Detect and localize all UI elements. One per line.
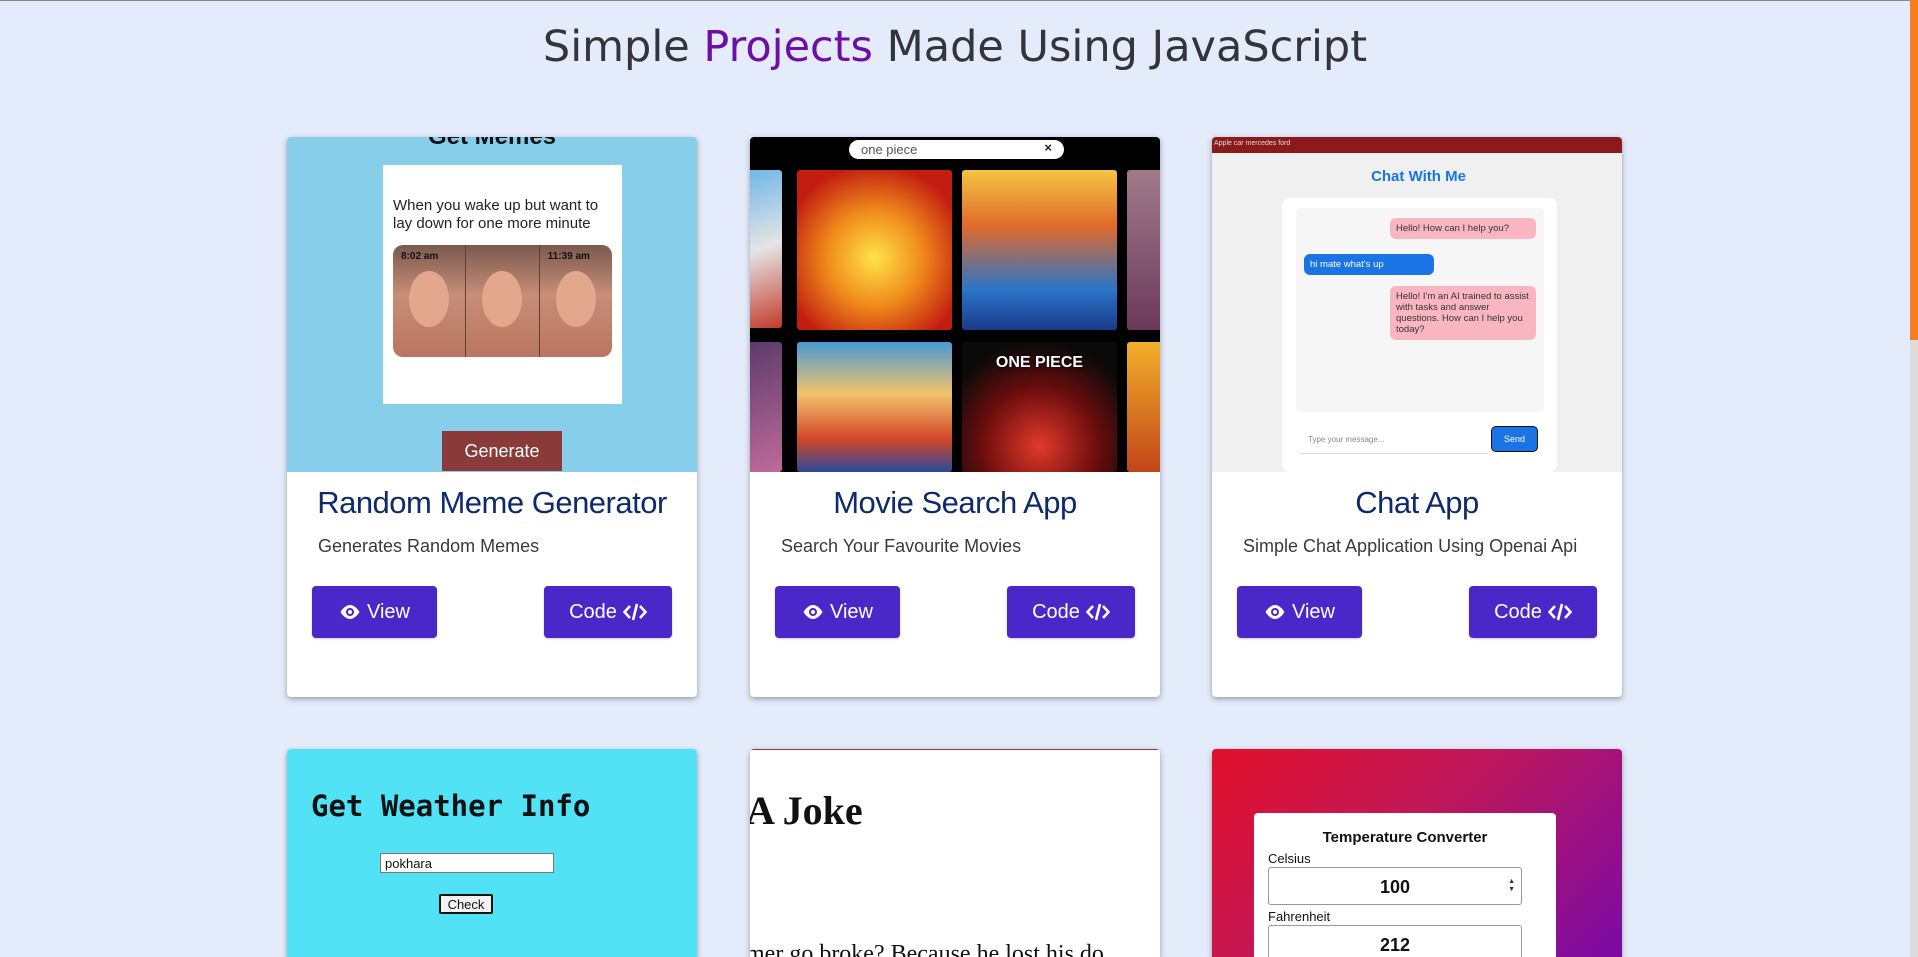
code-button[interactable]: Code xyxy=(1007,586,1135,638)
converter-card: Temperature Converter Celsius 100 ▲ ▼ Fah… xyxy=(1254,813,1556,957)
code-label: Code xyxy=(1494,600,1542,623)
poster-title: ONE PIECE xyxy=(995,354,1084,371)
page-title-pre: Simple xyxy=(542,22,704,72)
project-preview[interactable]: Temperature Converter Celsius 100 ▲ ▼ Fah… xyxy=(1212,749,1622,957)
chat-messages: Hello! How can I help you? hi mate what'… xyxy=(1296,208,1544,412)
project-card-meme: Get Memes When you wake up but want to l… xyxy=(287,137,697,697)
meme-face xyxy=(482,271,523,327)
meme-panel: 11:39 am xyxy=(539,245,612,357)
project-card-chat: Apple car mercedes ford Chat With Me Hel… xyxy=(1212,137,1622,697)
preview-generate-button: Generate xyxy=(442,431,562,471)
celsius-input: 100 ▲ ▼ xyxy=(1268,867,1522,905)
code-label: Code xyxy=(1032,600,1080,623)
converter-heading: Temperature Converter xyxy=(1322,829,1488,846)
project-preview[interactable]: Apple car mercedes ford Chat With Me Hel… xyxy=(1212,137,1622,472)
bot-message: Hello! How can I help you? xyxy=(1390,218,1536,239)
city-input: pokhara xyxy=(380,853,554,873)
joke-heading: A Joke xyxy=(750,788,863,833)
project-card-joke: A Joke mer go broke? Because he lost his… xyxy=(750,749,1160,957)
page-title: Simple Projects Made Using JavaScript xyxy=(0,22,1910,72)
close-icon: × xyxy=(1044,140,1052,155)
chat-heading: Chat With Me xyxy=(1371,168,1466,185)
search-value: one piece xyxy=(861,142,918,157)
meme-caption: When you wake up but want to lay down fo… xyxy=(393,197,599,232)
movie-poster: ONE PIECE xyxy=(962,342,1117,472)
movie-poster xyxy=(1127,342,1160,472)
meme-time: 11:39 am xyxy=(547,251,590,262)
bot-message: Hello! I'm an AI trained to assist with … xyxy=(1390,286,1536,340)
code-button[interactable]: Code xyxy=(1469,586,1597,638)
eye-icon xyxy=(1265,605,1285,619)
eye-icon xyxy=(340,605,360,619)
meme-box: When you wake up but want to lay down fo… xyxy=(383,165,622,404)
celsius-value: 100 xyxy=(1379,877,1411,897)
project-title: Movie Search App xyxy=(833,485,1077,520)
chat-send-button: Send xyxy=(1491,426,1538,452)
browser-bar-text: Apple car mercedes ford xyxy=(1214,140,1291,147)
movie-poster xyxy=(797,342,952,472)
project-preview[interactable]: Get Weather Info pokhara Check xyxy=(287,749,697,957)
top-border xyxy=(0,0,1918,1)
check-button: Check xyxy=(439,894,493,914)
fahrenheit-input: 212 xyxy=(1268,925,1522,957)
eye-icon xyxy=(803,605,823,619)
meme-panel xyxy=(466,245,540,357)
movie-poster xyxy=(1127,170,1160,330)
movie-poster xyxy=(750,342,782,472)
view-label: View xyxy=(367,600,410,623)
code-icon xyxy=(622,603,647,621)
project-preview[interactable]: Get Memes When you wake up but want to l… xyxy=(287,137,697,472)
project-card-movie: ONE PIECE one piece × Movie Search App S… xyxy=(750,137,1160,697)
weather-heading: Get Weather Info xyxy=(311,789,591,823)
project-card-weather: Get Weather Info pokhara Check xyxy=(287,749,697,957)
movie-poster xyxy=(750,170,782,328)
movie-poster xyxy=(962,170,1117,330)
page-title-highlight: Projects xyxy=(703,22,873,72)
view-label: View xyxy=(1292,600,1335,623)
movie-poster xyxy=(797,170,952,330)
project-preview[interactable]: ONE PIECE one piece × xyxy=(750,137,1160,472)
user-message: hi mate what's up xyxy=(1304,254,1434,275)
preview-browser-bar: Apple car mercedes ford xyxy=(1212,137,1622,153)
preview-heading: Get Memes xyxy=(287,137,697,151)
project-title: Random Meme Generator xyxy=(317,485,667,520)
chat-input: Type your message... xyxy=(1300,426,1488,454)
fahrenheit-label: Fahrenheit xyxy=(1268,909,1331,924)
view-button[interactable]: View xyxy=(775,586,900,638)
fahrenheit-value: 212 xyxy=(1379,935,1411,955)
city-value: pokhara xyxy=(385,856,432,871)
meme-time: 8:02 am xyxy=(401,251,439,262)
view-label: View xyxy=(830,600,873,623)
scrollbar-thumb[interactable] xyxy=(1910,0,1918,340)
scrollbar-track[interactable] xyxy=(1910,0,1918,957)
celsius-label: Celsius xyxy=(1268,851,1311,866)
code-icon xyxy=(1085,603,1110,621)
view-button[interactable]: View xyxy=(312,586,437,638)
project-preview[interactable]: A Joke mer go broke? Because he lost his… xyxy=(750,749,1160,957)
chat-window: Hello! How can I help you? hi mate what'… xyxy=(1282,198,1557,472)
page-title-post: Made Using JavaScript xyxy=(872,22,1368,72)
project-title: Chat App xyxy=(1355,485,1479,520)
project-description: Search Your Favourite Movies xyxy=(781,536,1022,556)
meme-face xyxy=(555,271,596,327)
preview-background xyxy=(750,749,1160,957)
meme-panel: 8:02 am xyxy=(393,245,467,357)
view-button[interactable]: View xyxy=(1237,586,1362,638)
joke-text: mer go broke? Because he lost his do xyxy=(750,941,1104,957)
project-description: Generates Random Memes xyxy=(318,536,540,556)
code-button[interactable]: Code xyxy=(544,586,672,638)
meme-image: 8:02 am 11:39 am xyxy=(393,245,612,357)
code-label: Code xyxy=(569,600,617,623)
chat-input-placeholder: Type your message... xyxy=(1308,435,1385,444)
code-icon xyxy=(1547,603,1572,621)
spinner-icon: ▲ ▼ xyxy=(1508,878,1515,893)
meme-face xyxy=(409,271,449,327)
movie-search-input: one piece × xyxy=(849,140,1064,159)
project-description: Simple Chat Application Using Openai Api xyxy=(1243,536,1578,556)
project-card-temperature: Temperature Converter Celsius 100 ▲ ▼ Fah… xyxy=(1212,749,1622,957)
